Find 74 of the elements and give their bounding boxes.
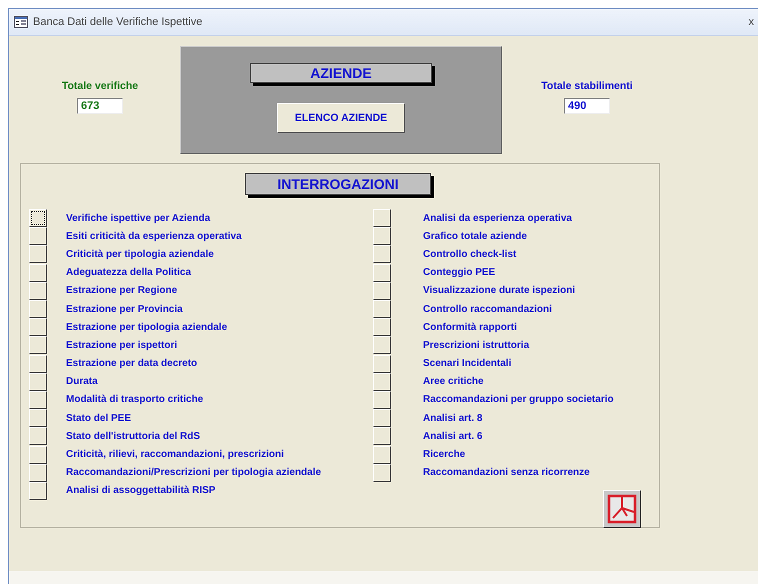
query-label: Ricerche [423,449,466,460]
query-button[interactable] [373,354,391,373]
query-label: Estrazione per ispettori [66,340,178,351]
query-label: Analisi da esperienza operativa [423,212,572,224]
query-button[interactable] [29,464,47,482]
stat-label: Totale verifiche [62,80,138,92]
query-button[interactable] [29,336,47,354]
query-button[interactable] [373,318,391,336]
elenco-aziende-button[interactable]: ELENCO AZIENDE [277,103,405,133]
query-label: Stato dell'istruttoria del RdS [66,430,200,442]
query-button[interactable] [29,372,47,391]
query-label: Grafico totale aziende [423,230,527,242]
stat-field[interactable]: 490 [564,98,610,114]
query-label: Scenari Incidentali [423,358,512,370]
query-label: Estrazione per data decreto [66,358,198,370]
query-button[interactable] [373,446,391,464]
query-button[interactable] [373,372,391,391]
query-label: Estrazione per Regione [66,285,178,296]
query-button[interactable] [373,227,391,246]
query-label: Modalità di trasporto critiche [66,394,204,406]
panel-heading: INTERROGAZIONI [245,173,431,195]
query-button[interactable] [29,318,47,336]
query-button[interactable] [29,209,47,228]
query-button[interactable] [373,427,391,446]
query-label: Conformità rapporti [423,322,517,333]
query-button[interactable] [29,354,47,373]
query-button[interactable] [29,300,47,318]
window-title: Banca Dati delle Verifiche Ispettive [33,16,204,28]
query-label: Raccomandazioni per gruppo societario [423,394,614,406]
query-button[interactable] [373,282,391,300]
query-label: Adeguatezza della Politica [66,267,192,278]
query-button[interactable] [373,390,391,409]
query-label: Verifiche ispettive per Azienda [66,212,210,224]
query-button[interactable] [373,300,391,318]
query-button[interactable] [29,482,47,500]
query-label: Conteggio PEE [423,267,496,278]
query-button[interactable] [373,209,391,228]
query-label: Stato del PEE [66,412,132,424]
query-label: Criticità per tipologia aziendale [66,248,214,260]
query-button[interactable] [29,427,47,446]
query-label: Esiti criticità da esperienza operativa [66,230,242,242]
query-label: Estrazione per tipologia aziendale [66,322,228,333]
query-button[interactable] [29,282,47,300]
query-button[interactable] [373,336,391,354]
pdf-icon [607,494,637,524]
query-button[interactable] [29,264,47,282]
query-button[interactable] [373,264,391,282]
query-button[interactable] [29,390,47,409]
query-label: Durata [66,376,98,388]
query-label: Raccomandazioni/Prescrizioni per tipologia aziendale [66,467,322,478]
query-button[interactable] [373,245,391,264]
query-button[interactable] [29,409,47,428]
query-label: Estrazione per Provincia [66,304,183,315]
pdf-button[interactable] [603,490,641,528]
panel-heading: AZIENDE [250,63,432,83]
close-button[interactable]: x [748,16,754,28]
query-button[interactable] [29,245,47,264]
query-label: Controllo check-list [423,248,516,260]
query-label: Criticità, rilievi, raccomandazioni, prescrizioni [66,449,284,460]
form-icon [14,16,28,28]
query-label: Analisi art. 6 [423,430,482,442]
query-label: Analisi art. 8 [423,412,482,424]
query-button[interactable] [373,464,391,482]
query-button[interactable] [373,409,391,428]
query-button[interactable] [29,446,47,464]
query-label: Raccomandazioni senza ricorrenze [423,467,590,478]
stat-field[interactable]: 673 [77,98,123,114]
query-label: Analisi di assoggettabilità RISP [66,485,216,496]
query-label: Prescrizioni istruttoria [423,340,530,351]
stat-label: Totale stabilimenti [541,80,633,92]
query-button[interactable] [29,227,47,246]
query-label: Aree critiche [423,376,484,388]
query-label: Visualizzazione durate ispezioni [423,285,576,296]
query-label: Controllo raccomandazioni [423,304,552,315]
